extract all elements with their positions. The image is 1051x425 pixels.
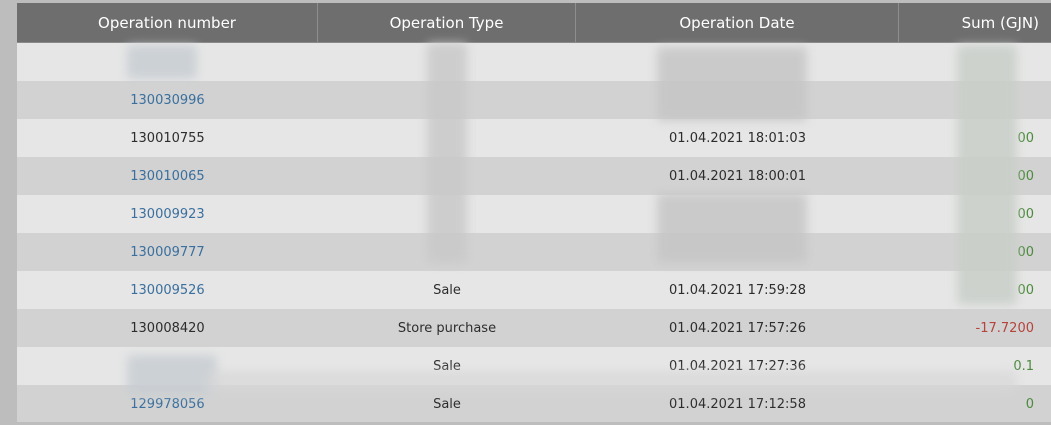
operation-number-cell: 130008420 bbox=[130, 320, 205, 336]
table-row[interactable]: 130009777 00 bbox=[17, 233, 1051, 271]
sum-cell: -17.7200 bbox=[975, 320, 1034, 336]
table-row[interactable]: 130010065 01.04.2021 18:00:01 00 bbox=[17, 157, 1051, 195]
operations-table: Operation number Operation Type Operatio… bbox=[17, 3, 1051, 422]
redaction-blur bbox=[957, 45, 1017, 305]
redaction-blur bbox=[127, 355, 217, 395]
table-row[interactable]: 130009526 Sale 01.04.2021 17:59:28 00 bbox=[17, 271, 1051, 309]
table-row[interactable]: 130009923 00 bbox=[17, 195, 1051, 233]
table-row[interactable]: 130008420 Store purchase 01.04.2021 17:57:… bbox=[17, 309, 1051, 347]
operation-date-cell: 01.04.2021 17:59:28 bbox=[669, 282, 806, 298]
operation-number-cell[interactable]: 130030996 bbox=[17, 81, 318, 119]
redaction-blur bbox=[427, 43, 467, 263]
operation-type-cell: Store purchase bbox=[397, 320, 497, 336]
operation-number-cell[interactable]: 130009526 bbox=[17, 271, 318, 309]
operation-number-cell[interactable]: 130009777 bbox=[17, 233, 318, 271]
header-sum[interactable]: Sum (GJN) bbox=[899, 3, 1051, 42]
operation-date-cell: 01.04.2021 18:00:01 bbox=[669, 168, 806, 184]
redaction-blur bbox=[657, 193, 807, 263]
table-row[interactable]: 130030996 bbox=[17, 81, 1051, 119]
header-operation-type[interactable]: Operation Type bbox=[318, 3, 576, 42]
operation-type-cell: Sale bbox=[433, 282, 461, 298]
operation-number-cell: 130010755 bbox=[130, 130, 205, 146]
redaction-blur bbox=[127, 45, 197, 79]
header-operation-number[interactable]: Operation number bbox=[17, 3, 318, 42]
redaction-blur bbox=[207, 371, 1017, 393]
table-header: Operation number Operation Type Operatio… bbox=[17, 3, 1051, 43]
header-operation-date[interactable]: Operation Date bbox=[576, 3, 899, 42]
table-row[interactable]: 130010755 01.04.2021 18:01:03 00 bbox=[17, 119, 1051, 157]
operation-number-cell[interactable]: 130010065 bbox=[17, 157, 318, 195]
operation-date-cell: 01.04.2021 18:01:03 bbox=[669, 130, 806, 146]
redaction-blur bbox=[657, 47, 807, 121]
operation-date-cell: 01.04.2021 17:57:26 bbox=[669, 320, 806, 336]
operation-number-cell[interactable]: 130009923 bbox=[17, 195, 318, 233]
